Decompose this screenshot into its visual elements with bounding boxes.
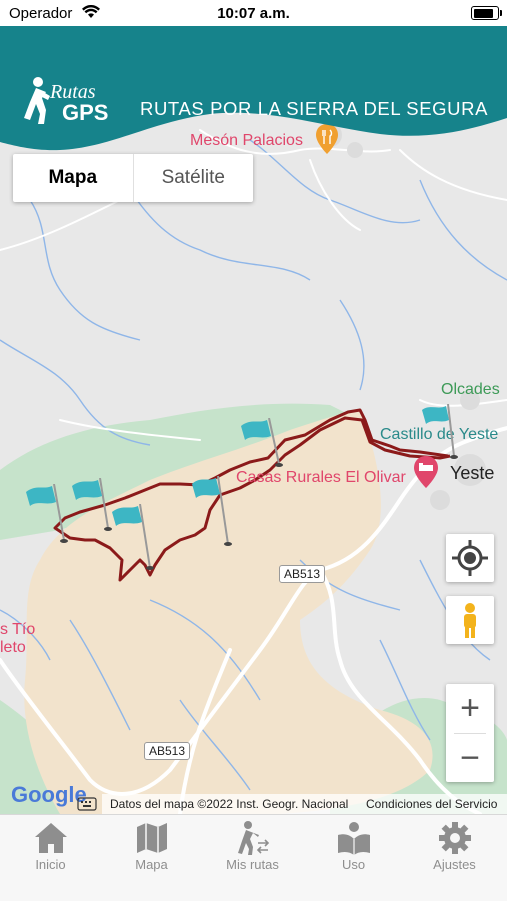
terms-link[interactable]: Condiciones del Servicio: [366, 797, 497, 811]
tab-label: Mis rutas: [226, 857, 279, 872]
zoom-out-button[interactable]: −: [446, 734, 494, 782]
zoom-controls: + −: [446, 684, 494, 782]
google-logo: Google: [11, 782, 87, 807]
crosshair-icon: [452, 540, 488, 576]
tab-label: Inicio: [35, 857, 66, 872]
road-badge-ab513: AB513: [279, 565, 326, 583]
battery-icon: [471, 6, 502, 20]
map-type-map-button[interactable]: Mapa: [13, 154, 133, 202]
svg-text:GPS: GPS: [62, 100, 108, 125]
route-flag-icon[interactable]: [20, 483, 68, 549]
tab-label: Mapa: [135, 857, 168, 872]
place-olcades[interactable]: Olcades: [441, 381, 500, 399]
pegman-icon: [464, 603, 476, 638]
route-flag-icon[interactable]: [237, 417, 285, 475]
route-flag-icon[interactable]: [188, 475, 236, 553]
hiker-icon: [238, 821, 270, 855]
gear-icon: [439, 822, 471, 854]
tab-mapa[interactable]: Mapa: [101, 815, 202, 901]
route-flag-icon[interactable]: [108, 503, 156, 577]
map-type-selector: Mapa Satélite: [13, 154, 253, 202]
tab-ajustes[interactable]: Ajustes: [404, 815, 505, 901]
map-type-satellite-button[interactable]: Satélite: [132, 154, 254, 202]
book-icon: [338, 822, 370, 855]
keyboard-icon[interactable]: [77, 797, 97, 811]
tab-label: Uso: [341, 857, 366, 872]
place-tio-line1[interactable]: s Tío: [0, 621, 35, 639]
status-bar: Operador 10:07 a.m.: [0, 0, 507, 26]
tab-mis-rutas[interactable]: Mis rutas: [202, 815, 303, 901]
app-header: Rutas GPS RUTAS POR LA SIERRA DEL SEGURA: [0, 26, 507, 156]
route-flag-icon[interactable]: [418, 403, 458, 469]
zoom-in-button[interactable]: +: [446, 684, 494, 732]
app-title: RUTAS POR LA SIERRA DEL SEGURA: [140, 98, 489, 119]
my-location-button[interactable]: [446, 534, 494, 582]
place-tio-line2[interactable]: leto: [0, 639, 26, 657]
street-view-button[interactable]: [446, 596, 494, 644]
map-attribution: Google Datos del mapa ©2022 Inst. Geogr.…: [0, 782, 507, 814]
tab-inicio[interactable]: Inicio: [0, 815, 101, 901]
tab-uso[interactable]: Uso: [303, 815, 404, 901]
road-badge-ab513: AB513: [144, 742, 191, 760]
map-data-credit: Datos del mapa ©2022 Inst. Geogr. Nacion…: [110, 797, 349, 811]
tab-label: Ajustes: [433, 857, 476, 872]
map-icon: [137, 823, 167, 853]
clock: 10:07 a.m.: [217, 5, 290, 22]
tab-bar: Inicio Mapa Mis rutas Uso Ajustes: [0, 814, 507, 901]
home-icon: [35, 823, 67, 853]
